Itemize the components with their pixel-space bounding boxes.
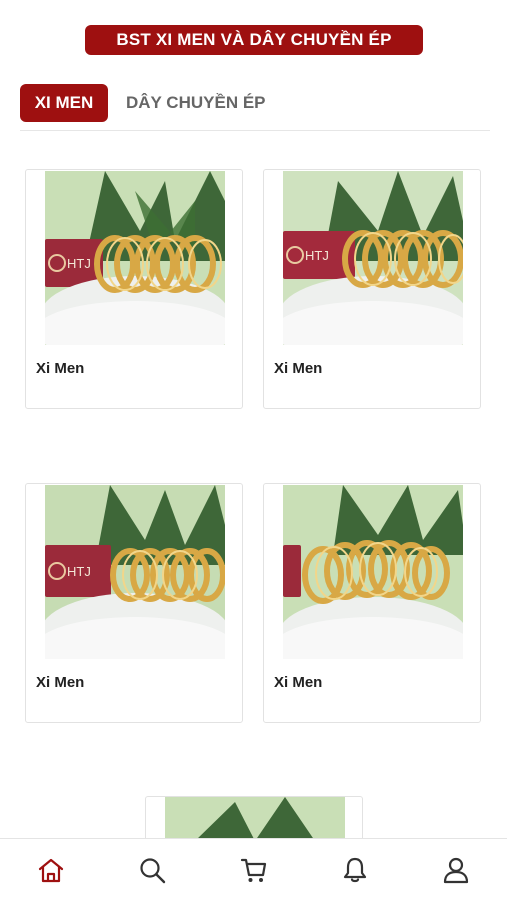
bottom-navigation	[0, 838, 507, 901]
tabs-divider	[20, 130, 490, 131]
product-card[interactable]: HTJ Xi Men	[263, 169, 481, 409]
product-card[interactable]: HTJ Xi Men	[25, 483, 243, 723]
product-image: HTJ	[283, 171, 463, 345]
user-icon[interactable]	[439, 853, 473, 887]
tab-xi-men[interactable]: XI MEN	[20, 84, 108, 122]
home-icon[interactable]	[34, 853, 68, 887]
bell-icon[interactable]	[338, 853, 372, 887]
product-name: Xi Men	[36, 360, 85, 377]
product-image	[283, 485, 463, 659]
product-name: Xi Men	[274, 674, 323, 691]
brand-logo-text: HTJ	[67, 256, 91, 271]
collection-banner: BST XI MEN VÀ DÂY CHUYỀN ÉP	[85, 25, 423, 55]
product-card-partial[interactable]	[145, 796, 363, 840]
product-image	[165, 797, 345, 840]
banner-title: BST XI MEN VÀ DÂY CHUYỀN ÉP	[116, 30, 392, 49]
product-image: HTJ	[45, 171, 225, 345]
search-icon[interactable]	[135, 853, 169, 887]
product-name: Xi Men	[274, 360, 323, 377]
product-card[interactable]: HTJ Xi Men	[25, 169, 243, 409]
brand-logo-text: HTJ	[67, 564, 91, 579]
category-tabs: XI MEN DÂY CHUYỀN ÉP	[20, 82, 490, 132]
product-name: Xi Men	[36, 674, 85, 691]
product-card[interactable]: Xi Men	[263, 483, 481, 723]
tab-day-chuyen-ep[interactable]: DÂY CHUYỀN ÉP	[126, 84, 266, 122]
cart-icon[interactable]	[237, 853, 271, 887]
product-image: HTJ	[45, 485, 225, 659]
brand-logo-text: HTJ	[305, 248, 329, 263]
